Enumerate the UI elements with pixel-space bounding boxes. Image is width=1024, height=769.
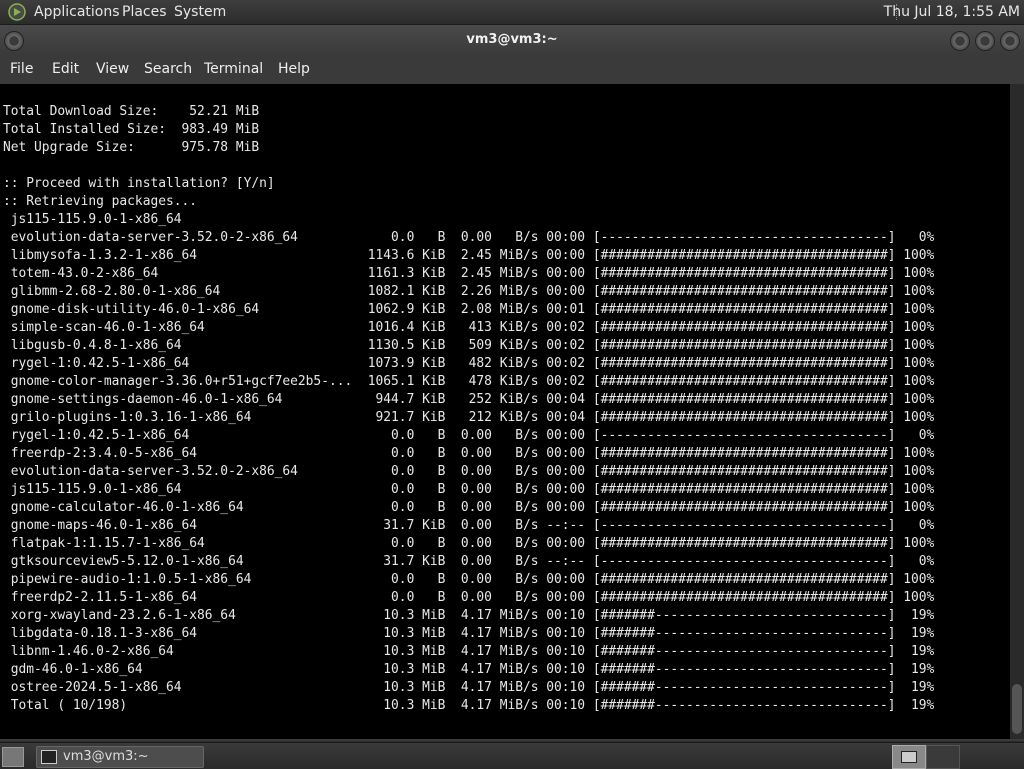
terminal-line: simple-scan-46.0-1-x86_64 1016.4 KiB 413… <box>3 320 935 335</box>
terminal-scrollbar[interactable] <box>1010 84 1024 739</box>
maximize-icon[interactable] <box>975 31 995 51</box>
terminal-line: freerdp2-2.11.5-1-x86_64 0.0 B 0.00 B/s … <box>3 590 935 605</box>
menu-file[interactable]: File <box>10 55 33 83</box>
minimize-icon[interactable] <box>950 31 970 51</box>
close-icon[interactable] <box>1000 31 1020 51</box>
taskbar-item-label: vm3@vm3:~ <box>63 749 149 764</box>
terminal-line: libnm-1.46.0-2-x86_64 10.3 MiB 4.17 MiB/… <box>3 644 935 659</box>
terminal-line: :: Proceed with installation? [Y/n] <box>3 176 275 191</box>
terminal-line: gnome-disk-utility-46.0-1-x86_64 1062.9 … <box>3 302 935 317</box>
terminal-line: js115-115.9.0-1-x86_64 0.0 B 0.00 B/s 00… <box>3 482 935 497</box>
terminal-line: Total Installed Size: 983.49 MiB <box>3 122 260 137</box>
terminal-line: gdm-46.0-1-x86_64 10.3 MiB 4.17 MiB/s 00… <box>3 662 935 677</box>
terminal-line: libmysofa-1.3.2-1-x86_64 1143.6 KiB 2.45… <box>3 248 935 263</box>
terminal-line: js115-115.9.0-1-x86_64 <box>3 212 182 227</box>
terminal-line: evolution-data-server-3.52.0-2-x86_64 0.… <box>3 464 935 479</box>
terminal-line: pipewire-audio-1:1.0.5-1-x86_64 0.0 B 0.… <box>3 572 935 587</box>
terminal-line: rygel-1:0.42.5-1-x86_64 0.0 B 0.00 B/s 0… <box>3 428 935 443</box>
top-panel: Applications Places System Thu Jul 18, 1… <box>0 0 1024 25</box>
terminal-line: Net Upgrade Size: 975.78 MiB <box>3 140 260 155</box>
menubar: File Edit View Search Terminal Help <box>0 55 1024 83</box>
terminal-line: gnome-color-manager-3.36.0+r51+gcf7ee2b5… <box>3 374 935 389</box>
workspace-window-icon <box>901 751 917 763</box>
terminal-line: ostree-2024.5-1-x86_64 10.3 MiB 4.17 MiB… <box>3 680 935 695</box>
terminal-line: evolution-data-server-3.52.0-2-x86_64 0.… <box>3 230 935 245</box>
places-menu[interactable]: Places <box>122 0 167 24</box>
show-desktop-icon[interactable] <box>2 747 24 767</box>
terminal-line: rygel-1:0.42.5-1-x86_64 1073.9 KiB 482 K… <box>3 356 935 371</box>
terminal-line: libgdata-0.18.1-3-x86_64 10.3 MiB 4.17 M… <box>3 626 935 641</box>
workspace-1[interactable] <box>892 745 926 769</box>
bottom-panel: vm3@vm3:~ <box>0 742 1024 769</box>
terminal-line: gnome-settings-daemon-46.0-1-x86_64 944.… <box>3 392 935 407</box>
terminal-line: Total ( 10/198) 10.3 MiB 4.17 MiB/s 00:1… <box>3 698 935 713</box>
terminal-icon <box>41 750 57 764</box>
terminal-line: flatpak-1:1.15.7-1-x86_64 0.0 B 0.00 B/s… <box>3 536 935 551</box>
terminal-line: gnome-calculator-46.0-1-x86_64 0.0 B 0.0… <box>3 500 935 515</box>
terminal-line: gnome-maps-46.0-1-x86_64 31.7 KiB 0.00 B… <box>3 518 935 533</box>
window-title: vm3@vm3:~ <box>466 32 558 47</box>
terminal-line: libgusb-0.4.8-1-x86_64 1130.5 KiB 509 Ki… <box>3 338 935 353</box>
terminal-line: xorg-xwayland-23.2.6-1-x86_64 10.3 MiB 4… <box>3 608 935 623</box>
terminal-line: freerdp-2:3.4.0-5-x86_64 0.0 B 0.00 B/s … <box>3 446 935 461</box>
menu-help[interactable]: Help <box>278 55 310 83</box>
terminal-output[interactable]: Total Download Size: 52.21 MiB Total Inst… <box>0 84 1010 739</box>
taskbar-item-terminal[interactable]: vm3@vm3:~ <box>36 746 204 768</box>
terminal-line: Total Download Size: 52.21 MiB <box>3 104 260 119</box>
menu-terminal[interactable]: Terminal <box>204 55 263 83</box>
menu-edit[interactable]: Edit <box>52 55 79 83</box>
menu-view[interactable]: View <box>96 55 129 83</box>
menu-search[interactable]: Search <box>144 55 192 83</box>
terminal-line: gtksourceview5-5.12.0-1-x86_64 31.7 KiB … <box>3 554 935 569</box>
clock[interactable]: Thu Jul 18, 1:55 AM <box>884 0 1020 24</box>
system-menu[interactable]: System <box>174 0 226 24</box>
workspace-2[interactable] <box>926 745 960 769</box>
terminal-line: glibmm-2.68-2.80.0-1-x86_64 1082.1 KiB 2… <box>3 284 935 299</box>
terminal-line: :: Retrieving packages... <box>3 194 198 209</box>
terminal-window: vm3@vm3:~ File Edit View Search Terminal… <box>0 25 1024 741</box>
scrollbar-thumb[interactable] <box>1012 684 1022 734</box>
terminal-line: grilo-plugins-1:0.3.16-1-x86_64 921.7 Ki… <box>3 410 935 425</box>
os-logo-icon[interactable] <box>8 3 26 21</box>
applications-menu[interactable]: Applications <box>34 0 120 24</box>
terminal-text: Total Download Size: 52.21 MiB Total Inst… <box>3 103 934 715</box>
terminal-line: totem-43.0-2-x86_64 1161.3 KiB 2.45 MiB/… <box>3 266 935 281</box>
window-titlebar[interactable]: vm3@vm3:~ <box>0 25 1024 55</box>
